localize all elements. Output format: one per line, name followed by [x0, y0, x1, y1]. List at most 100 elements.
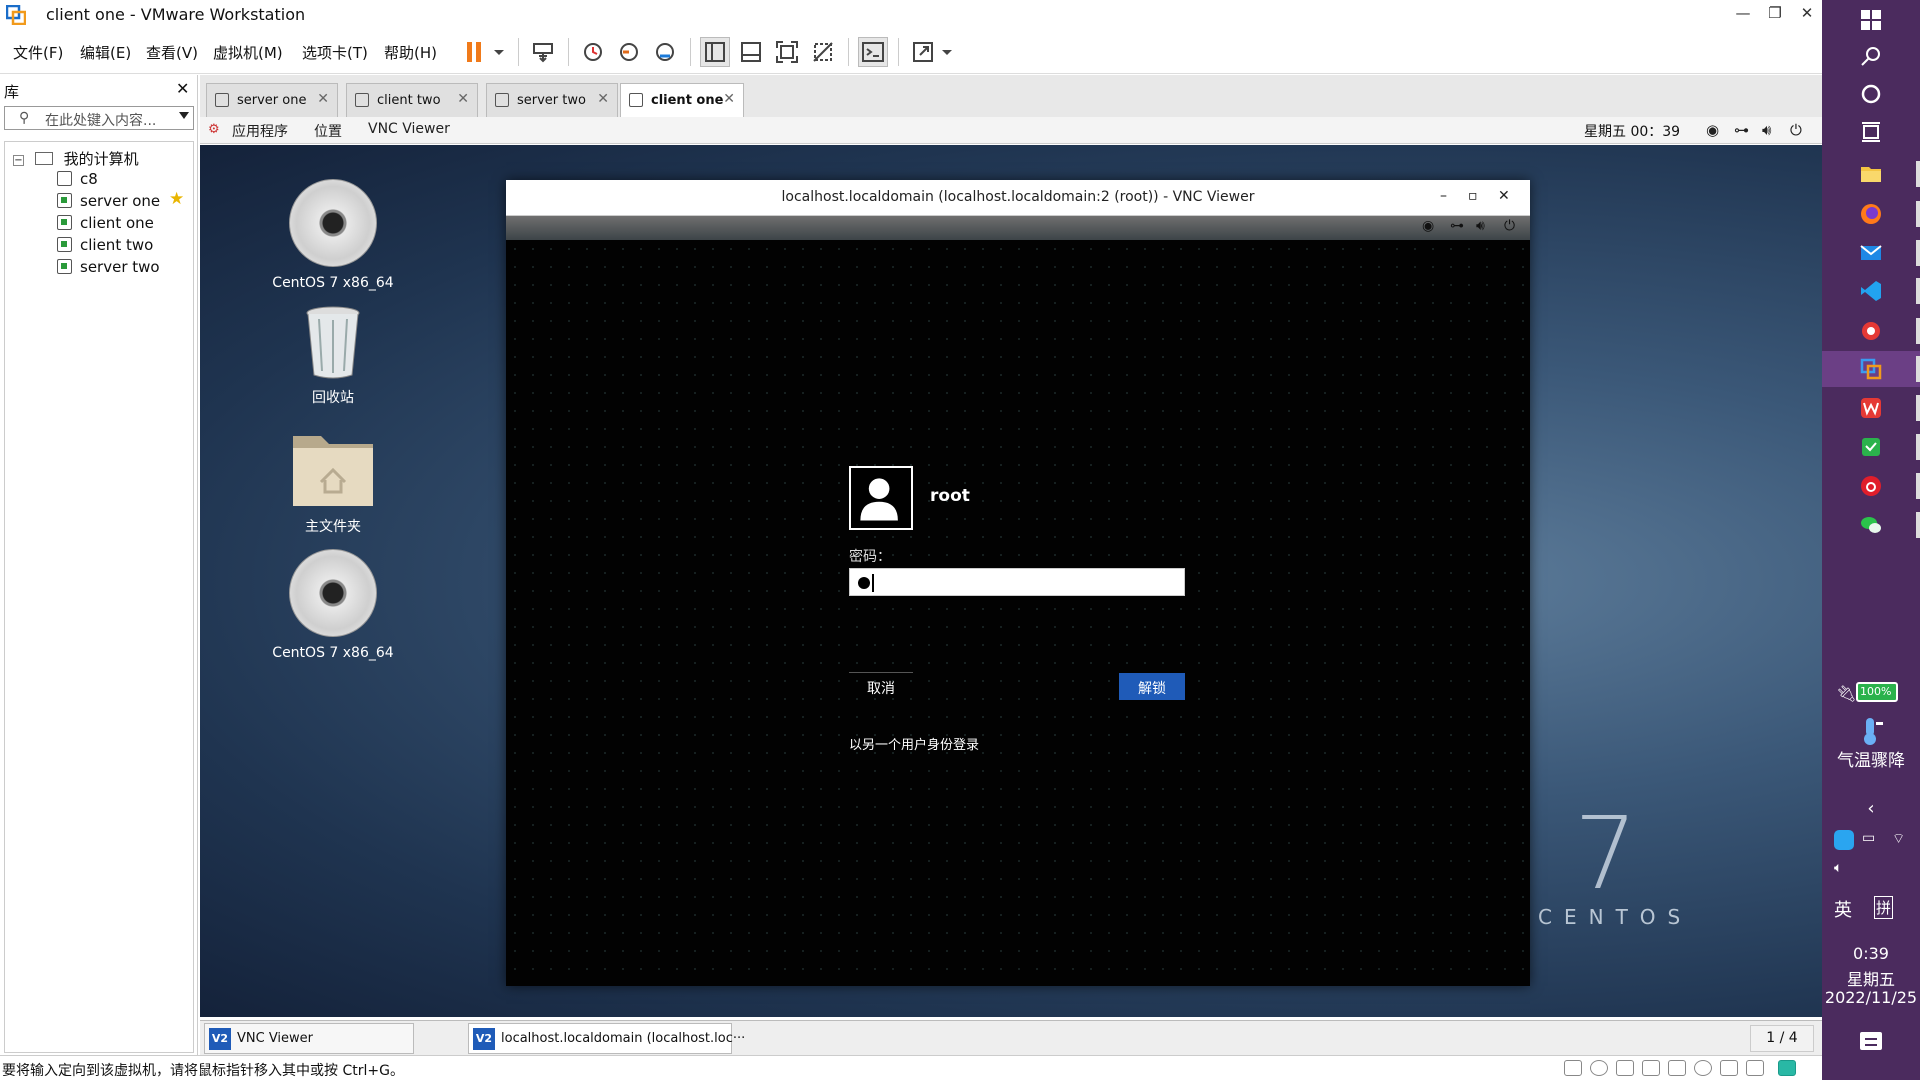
- tab-close-icon[interactable]: ✕: [597, 91, 609, 107]
- guest-menu-places[interactable]: 位置: [314, 121, 342, 141]
- mail-icon[interactable]: [1822, 235, 1920, 271]
- netease-music-icon[interactable]: [1822, 468, 1920, 504]
- send-keys-icon[interactable]: [528, 37, 558, 67]
- menu-view[interactable]: 查看(V): [146, 42, 198, 63]
- taskbar-date[interactable]: 2022/11/25: [1822, 988, 1920, 1007]
- desktop-icon-centos-disc-2[interactable]: CentOS 7 x86_64: [263, 549, 403, 661]
- tree-item-c8[interactable]: c8: [57, 170, 98, 188]
- pause-dropdown-icon[interactable]: [486, 37, 512, 67]
- tab-server-one[interactable]: server one ✕: [206, 83, 338, 117]
- vm-tools-icon[interactable]: [1778, 1060, 1796, 1076]
- tree-item-server-two[interactable]: server two: [57, 258, 160, 276]
- taskbar-weekday[interactable]: 星期五: [1822, 966, 1920, 990]
- tree-item-server-one[interactable]: server one: [57, 192, 160, 210]
- tab-close-icon[interactable]: ✕: [457, 91, 469, 107]
- usb-icon[interactable]: [1694, 1060, 1712, 1076]
- restore-button[interactable]: ❐: [1760, 4, 1790, 22]
- library-close-icon[interactable]: ✕: [176, 79, 189, 98]
- firefox-icon[interactable]: [1822, 196, 1920, 232]
- vnc-close-button[interactable]: ✕: [1498, 188, 1510, 204]
- guest-clock[interactable]: 星期五 00：39: [1584, 121, 1680, 141]
- message-log-icon[interactable]: [1746, 1060, 1764, 1076]
- library-search-input[interactable]: ⚲ 在此处键入内容...: [4, 106, 194, 130]
- vnc-remote-screen[interactable]: root 密码： 取消 解锁 以另一个用户身份登录: [506, 240, 1530, 986]
- revert-snapshot-icon[interactable]: [614, 37, 644, 67]
- taskbar-time[interactable]: 0:39: [1822, 944, 1920, 963]
- file-explorer-icon[interactable]: [1822, 156, 1920, 192]
- login-as-other-user-link[interactable]: 以另一个用户身份登录: [849, 734, 979, 753]
- desktop-icon-centos-disc-1[interactable]: CentOS 7 x86_64: [263, 179, 403, 291]
- menu-tabs[interactable]: 选项卡(T): [302, 42, 368, 63]
- tray-expand-icon[interactable]: ‹: [1822, 798, 1920, 819]
- network-icon[interactable]: ⊶: [1734, 121, 1749, 139]
- guest-current-app[interactable]: VNC Viewer: [368, 121, 450, 137]
- show-thumbnail-icon[interactable]: [736, 37, 766, 67]
- cancel-button[interactable]: 取消: [849, 672, 913, 700]
- guest-screen[interactable]: ⚙ 应用程序 位置 VNC Viewer 星期五 00：39 ◉ ⊶ 🔊︎ ⏻ …: [200, 117, 1822, 1019]
- tree-item-client-two[interactable]: client two: [57, 236, 153, 254]
- ime-language[interactable]: 英: [1834, 896, 1852, 922]
- vscode-icon[interactable]: [1822, 273, 1920, 309]
- desktop-icon-home-folder[interactable]: 主文件夹: [263, 428, 403, 536]
- snapshot-manager-icon[interactable]: [650, 37, 680, 67]
- unity-icon[interactable]: [808, 37, 838, 67]
- sound-icon[interactable]: [1668, 1060, 1686, 1076]
- close-button[interactable]: ✕: [1792, 4, 1822, 22]
- battery-icon[interactable]: 🔌︎ 100%: [1836, 682, 1906, 704]
- full-screen-icon[interactable]: [772, 37, 802, 67]
- accessibility-icon[interactable]: ◉: [1706, 121, 1719, 139]
- tab-client-two[interactable]: client two ✕: [346, 83, 478, 117]
- unlock-button[interactable]: 解锁: [1119, 673, 1185, 700]
- start-windows-icon[interactable]: [1822, 2, 1920, 38]
- hard-disk-icon[interactable]: [1564, 1060, 1582, 1076]
- ime-mode-icon[interactable]: 拼: [1874, 896, 1894, 919]
- minimize-button[interactable]: —: [1728, 4, 1758, 22]
- guest-task-vnc-session[interactable]: V2 localhost.localdomain (localhost.loc·…: [468, 1023, 745, 1054]
- guest-desktop[interactable]: CentOS 7 x86_64 回收站 主文件夹 CentOS 7 x86_64…: [200, 145, 1822, 1017]
- vmware-taskbar-icon[interactable]: [1822, 351, 1920, 387]
- netease-icon[interactable]: [1822, 313, 1920, 349]
- vnc-viewer-window[interactable]: localhost.localdomain (localhost.localdo…: [506, 180, 1530, 986]
- wps-icon[interactable]: [1822, 390, 1920, 426]
- show-library-icon[interactable]: [700, 37, 730, 67]
- wechat-icon[interactable]: [1822, 507, 1920, 543]
- workspace-pager[interactable]: 1 / 4: [1750, 1025, 1814, 1052]
- stretch-dropdown-icon[interactable]: [934, 37, 960, 67]
- tree-item-client-one[interactable]: client one: [57, 214, 154, 232]
- task-view-icon[interactable]: [1822, 114, 1920, 150]
- weather-text[interactable]: 气温骤降: [1822, 746, 1920, 771]
- printer-icon[interactable]: [1642, 1060, 1660, 1076]
- vnc-maximize-button[interactable]: ▫: [1468, 188, 1478, 204]
- menu-edit[interactable]: 编辑(E): [80, 42, 131, 63]
- notification-center-icon[interactable]: [1860, 1032, 1882, 1050]
- tab-close-icon[interactable]: ✕: [723, 91, 735, 107]
- collapse-icon[interactable]: −: [13, 155, 24, 166]
- power-tray-icon[interactable]: ▭: [1862, 830, 1875, 846]
- menu-file[interactable]: 文件(F): [13, 42, 63, 63]
- vnc-minimize-button[interactable]: –: [1440, 188, 1447, 204]
- cd-dvd-icon[interactable]: [1590, 1060, 1608, 1076]
- app-green-icon[interactable]: [1822, 429, 1920, 465]
- power-icon[interactable]: ⏻: [1790, 121, 1802, 139]
- search-dropdown-icon[interactable]: [179, 112, 189, 119]
- password-field[interactable]: [849, 568, 1185, 596]
- tab-close-icon[interactable]: ✕: [317, 91, 329, 107]
- volume-tray-icon[interactable]: 🔈︎: [1834, 860, 1842, 876]
- cortana-icon[interactable]: [1822, 76, 1920, 112]
- menu-help[interactable]: 帮助(H): [384, 42, 437, 63]
- desktop-icon-trash[interactable]: 回收站: [263, 305, 403, 407]
- wifi-icon[interactable]: ⌔: [1892, 830, 1905, 848]
- search-icon[interactable]: [1822, 38, 1920, 74]
- tree-root-my-computer[interactable]: − 我的计算机: [13, 148, 139, 169]
- tray-app-icon[interactable]: [1834, 830, 1854, 850]
- volume-icon[interactable]: 🔊︎: [1762, 121, 1771, 139]
- guest-menu-applications[interactable]: 应用程序: [232, 121, 288, 141]
- snapshot-icon[interactable]: [578, 37, 608, 67]
- network-adapter-icon[interactable]: [1616, 1060, 1634, 1076]
- menu-vm[interactable]: 虚拟机(M): [213, 42, 283, 63]
- tab-server-two[interactable]: server two ✕: [486, 83, 618, 117]
- weather-icon[interactable]: [1858, 716, 1884, 746]
- display-icon[interactable]: [1720, 1060, 1738, 1076]
- guest-task-vnc-viewer[interactable]: V2 VNC Viewer: [204, 1023, 414, 1054]
- console-view-icon[interactable]: [858, 37, 888, 67]
